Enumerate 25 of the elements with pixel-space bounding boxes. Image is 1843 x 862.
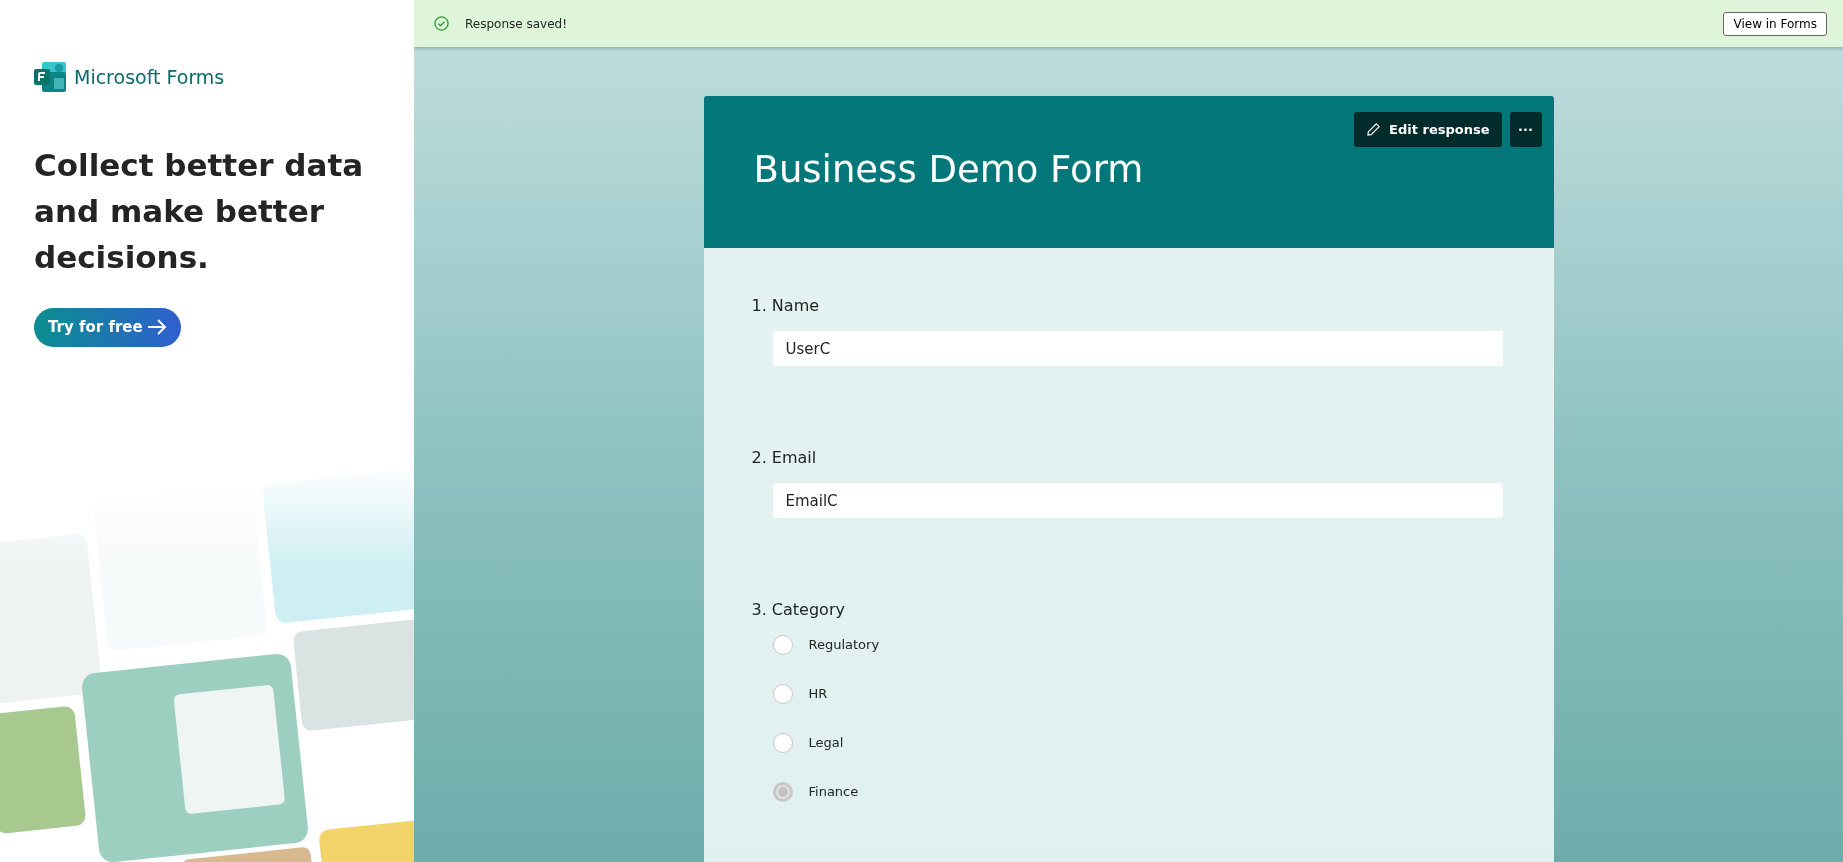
view-in-forms-button[interactable]: View in Forms — [1723, 11, 1827, 36]
option-label: Finance — [808, 783, 859, 802]
option-label: Legal — [808, 734, 844, 753]
edit-response-button[interactable]: Edit response — [1354, 112, 1502, 147]
option-label: Regulatory — [808, 636, 880, 655]
option-label: HR — [808, 685, 828, 704]
arrow-right-icon — [146, 319, 167, 336]
checkmark-circle-icon — [434, 16, 449, 31]
radio-button[interactable] — [772, 684, 793, 704]
try-for-free-button[interactable]: Try for free — [34, 308, 181, 347]
question-label: 1. Name — [751, 295, 821, 317]
headline: Collect better data and make better decisions. — [34, 146, 365, 277]
radio-button[interactable] — [772, 635, 793, 655]
answer-field[interactable]: EmailC — [772, 483, 1503, 518]
status-message: Response saved! — [465, 15, 567, 33]
question-label: 3. Category — [751, 599, 846, 621]
brand-name: Microsoft Forms — [74, 64, 225, 90]
forms-logo-icon — [34, 62, 66, 92]
more-options-button[interactable]: ··· — [1509, 112, 1542, 147]
question-label: 2. Email — [751, 447, 818, 469]
answer-field[interactable]: UserC — [772, 331, 1503, 366]
radio-button[interactable] — [772, 733, 793, 753]
form-title: Business Demo Form — [753, 148, 1145, 193]
pencil-icon — [1366, 122, 1382, 137]
radio-button[interactable] — [772, 782, 793, 802]
